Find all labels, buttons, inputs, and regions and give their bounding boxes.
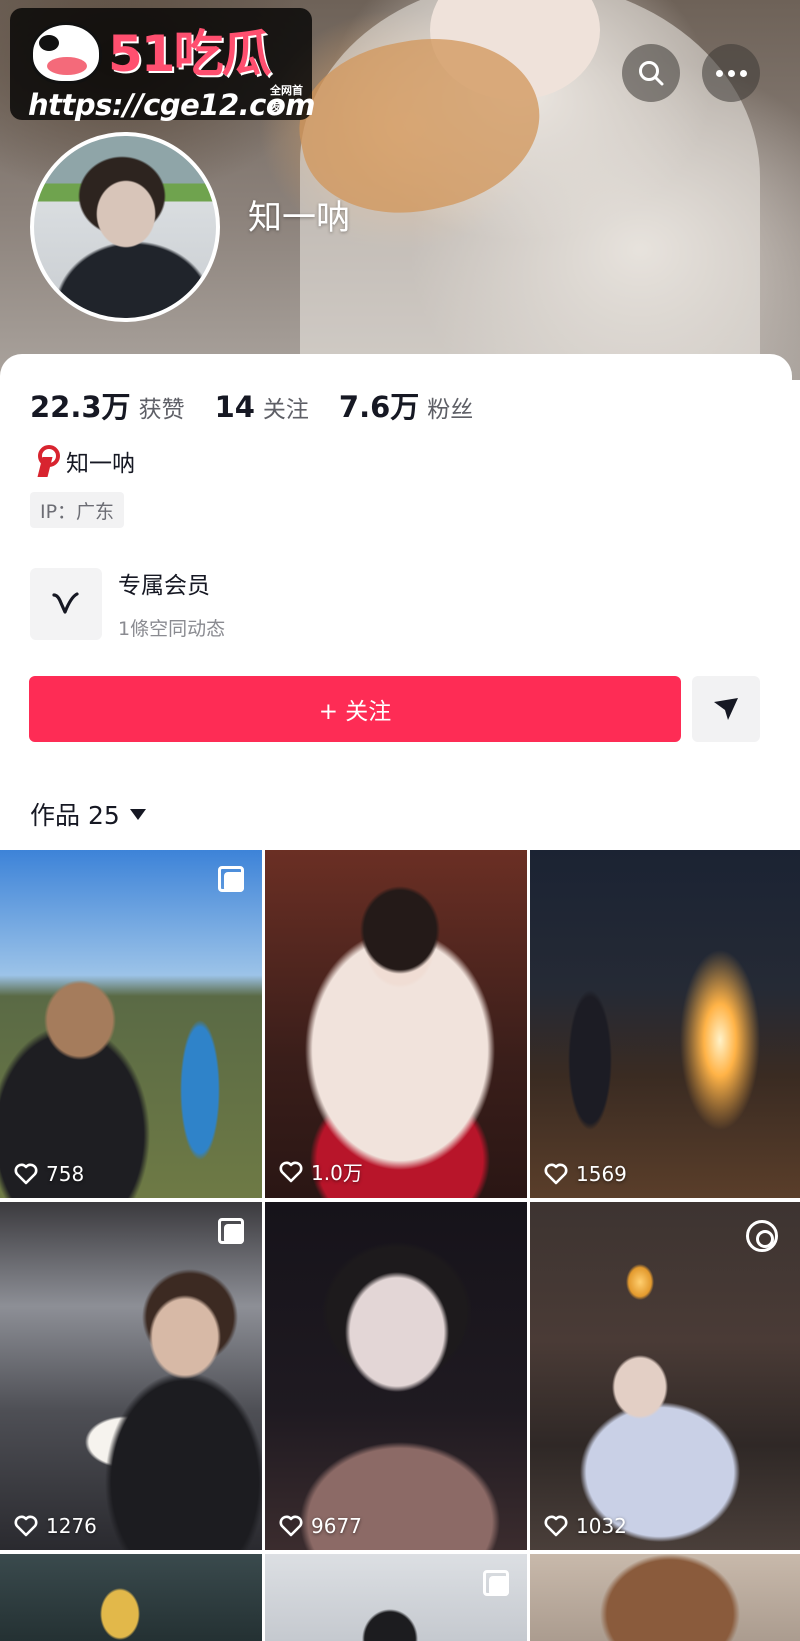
video-thumbnail[interactable] xyxy=(530,1554,800,1641)
like-count: 1032 xyxy=(544,1514,627,1538)
like-count-text: 1.0万 xyxy=(311,1161,363,1185)
watermark-logo: 51吃瓜 全网首发 https://cge12.com xyxy=(10,8,316,122)
watermark-url: https://cge12.com xyxy=(28,88,316,122)
video-thumbnail[interactable]: 1569 xyxy=(530,850,800,1198)
works-label: 作品 25 xyxy=(30,801,120,830)
video-thumbnail[interactable]: 1032 xyxy=(530,1202,800,1550)
video-thumbnail[interactable] xyxy=(265,1554,527,1641)
stat-likes[interactable]: 22.3万 获赞 xyxy=(30,384,185,426)
live-photo-icon xyxy=(746,1220,778,1252)
search-button[interactable] xyxy=(622,44,680,102)
heart-icon xyxy=(544,1515,568,1537)
stat-value: 7.6万 xyxy=(338,390,420,424)
video-thumbnail[interactable]: 1276 xyxy=(0,1202,262,1550)
search-icon xyxy=(639,61,664,86)
more-dots-icon xyxy=(715,69,747,77)
ip-location-tag: IP：广东 xyxy=(30,492,125,528)
profile-signature: 知一呐 xyxy=(36,444,135,478)
membership-title: 专属会员 xyxy=(118,573,210,599)
heart-icon xyxy=(14,1163,38,1185)
stat-following[interactable]: 14 关注 xyxy=(215,390,309,424)
stat-followers[interactable]: 7.6万 粉丝 xyxy=(339,384,473,426)
video-thumbnail[interactable] xyxy=(0,1554,262,1641)
membership-subtitle: 1條空同动态 xyxy=(118,618,226,640)
like-count-text: 1569 xyxy=(576,1162,627,1186)
profile-stats: 22.3万 获赞 14 关注 7.6万 粉丝 xyxy=(30,384,503,426)
cow-mascot-icon xyxy=(30,22,102,84)
video-thumbnail[interactable]: 9677 xyxy=(265,1202,527,1550)
like-count-text: 1276 xyxy=(46,1514,97,1538)
stat-value: 22.3万 xyxy=(30,390,131,424)
stat-label: 粉丝 xyxy=(427,397,474,423)
stat-label: 获赞 xyxy=(138,397,185,423)
stat-value: 14 xyxy=(214,390,255,424)
like-count-text: 1032 xyxy=(576,1514,627,1538)
like-count: 758 xyxy=(14,1162,84,1186)
send-arrow-icon xyxy=(714,698,738,720)
red-ribbon-icon xyxy=(36,445,60,477)
heart-icon xyxy=(279,1515,303,1537)
like-count: 1.0万 xyxy=(279,1157,363,1186)
like-count: 1276 xyxy=(14,1514,97,1538)
multi-image-icon xyxy=(218,866,244,892)
video-thumbnail[interactable]: 758 xyxy=(0,850,262,1198)
heart-icon xyxy=(544,1163,568,1185)
multi-image-icon xyxy=(218,1218,244,1244)
caret-down-icon xyxy=(129,808,146,820)
multi-image-icon xyxy=(483,1570,509,1596)
like-count-text: 9677 xyxy=(311,1514,362,1538)
v-logo-icon xyxy=(30,567,102,640)
like-count-text: 758 xyxy=(46,1162,85,1186)
follow-button[interactable]: + 关注 xyxy=(29,676,681,742)
profile-name: 知一呐 xyxy=(248,198,350,238)
video-thumbnail[interactable]: 1.0万 xyxy=(265,850,527,1198)
stat-label: 关注 xyxy=(262,397,309,423)
share-button[interactable] xyxy=(692,676,760,742)
more-button[interactable] xyxy=(702,44,760,102)
works-tab[interactable]: 作品 25 xyxy=(30,796,146,832)
heart-icon xyxy=(279,1161,303,1182)
heart-icon xyxy=(14,1515,38,1537)
membership-entry[interactable]: 专属会员 1條空同动态 xyxy=(30,566,225,641)
signature-text: 知一呐 xyxy=(66,451,135,477)
like-count: 1569 xyxy=(544,1162,627,1186)
avatar[interactable] xyxy=(30,132,220,322)
watermark-brand: 51吃瓜 xyxy=(108,25,272,83)
like-count: 9677 xyxy=(279,1514,362,1538)
